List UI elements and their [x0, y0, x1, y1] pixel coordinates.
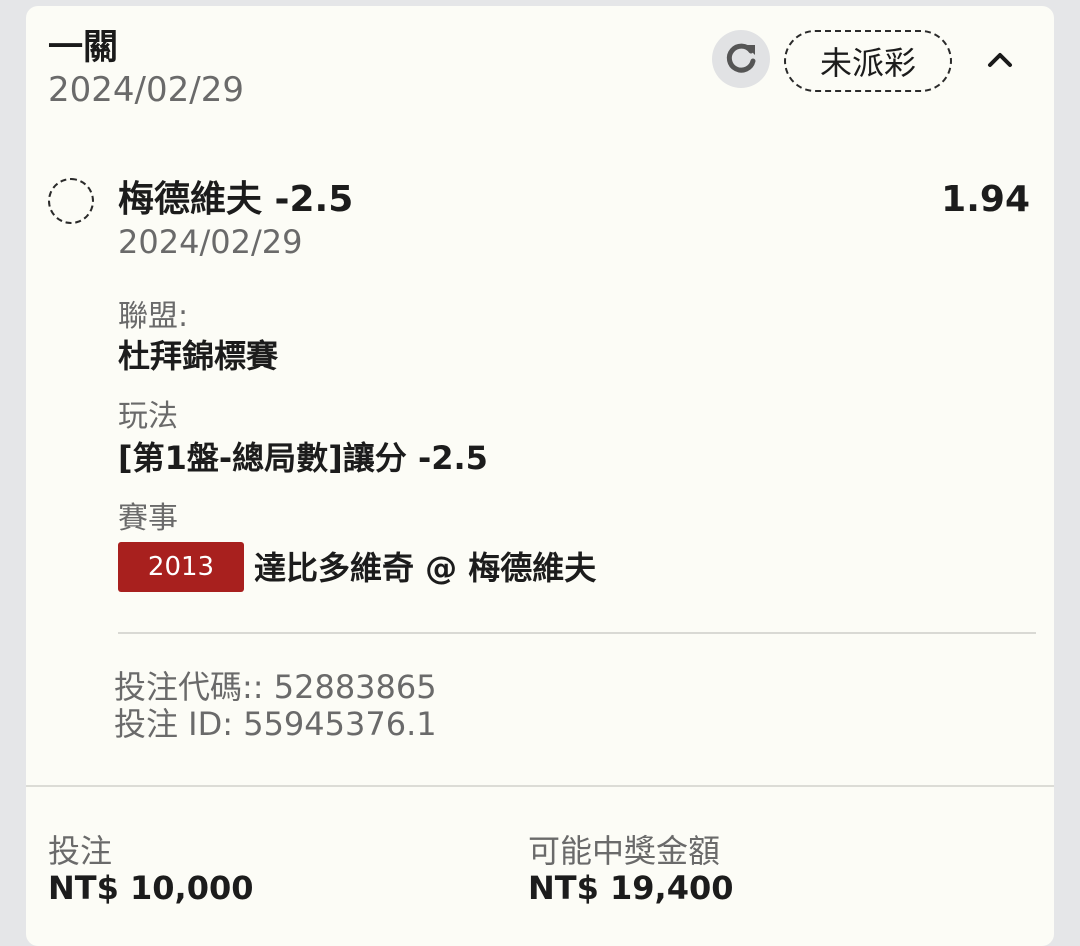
collapse-button[interactable] — [982, 42, 1018, 78]
selection-status-icon — [48, 178, 94, 224]
event-id-badge: 2013 — [118, 542, 244, 592]
bet-id: 投注 ID: 55945376.1 — [114, 705, 437, 743]
status-badge: 未派彩 — [784, 30, 952, 92]
bet-date: 2024/02/29 — [48, 70, 244, 110]
stake-label: 投注 — [48, 832, 113, 870]
chevron-up-icon — [988, 53, 1012, 67]
market-label: 玩法 — [118, 399, 178, 434]
selection-odds: 1.94 — [941, 179, 1030, 220]
league-label: 聯盟: — [118, 299, 189, 334]
selection-name: 梅德維夫 -2.5 — [118, 179, 354, 220]
selection-date: 2024/02/29 — [118, 223, 303, 261]
payout-value: NT$ 19,400 — [528, 869, 734, 907]
refresh-icon — [726, 43, 756, 73]
bet-card: 一關 2024/02/29 未派彩 梅德維夫 -2.5 1.94 2024/02… — [26, 6, 1054, 946]
market-value: [第1盤-總局數]讓分 -2.5 — [118, 439, 488, 477]
event-name: 達比多維奇 @ 梅德維夫 — [254, 549, 597, 587]
bet-code: 投注代碼:: 52883865 — [114, 668, 437, 706]
stake-value: NT$ 10,000 — [48, 869, 254, 907]
divider — [118, 632, 1036, 634]
event-label: 賽事 — [118, 501, 178, 536]
refresh-button[interactable] — [712, 30, 770, 88]
payout-label: 可能中獎金額 — [528, 832, 721, 870]
league-value: 杜拜錦標賽 — [118, 337, 279, 375]
bet-type-title: 一關 — [48, 28, 119, 68]
footer-divider — [26, 785, 1054, 787]
